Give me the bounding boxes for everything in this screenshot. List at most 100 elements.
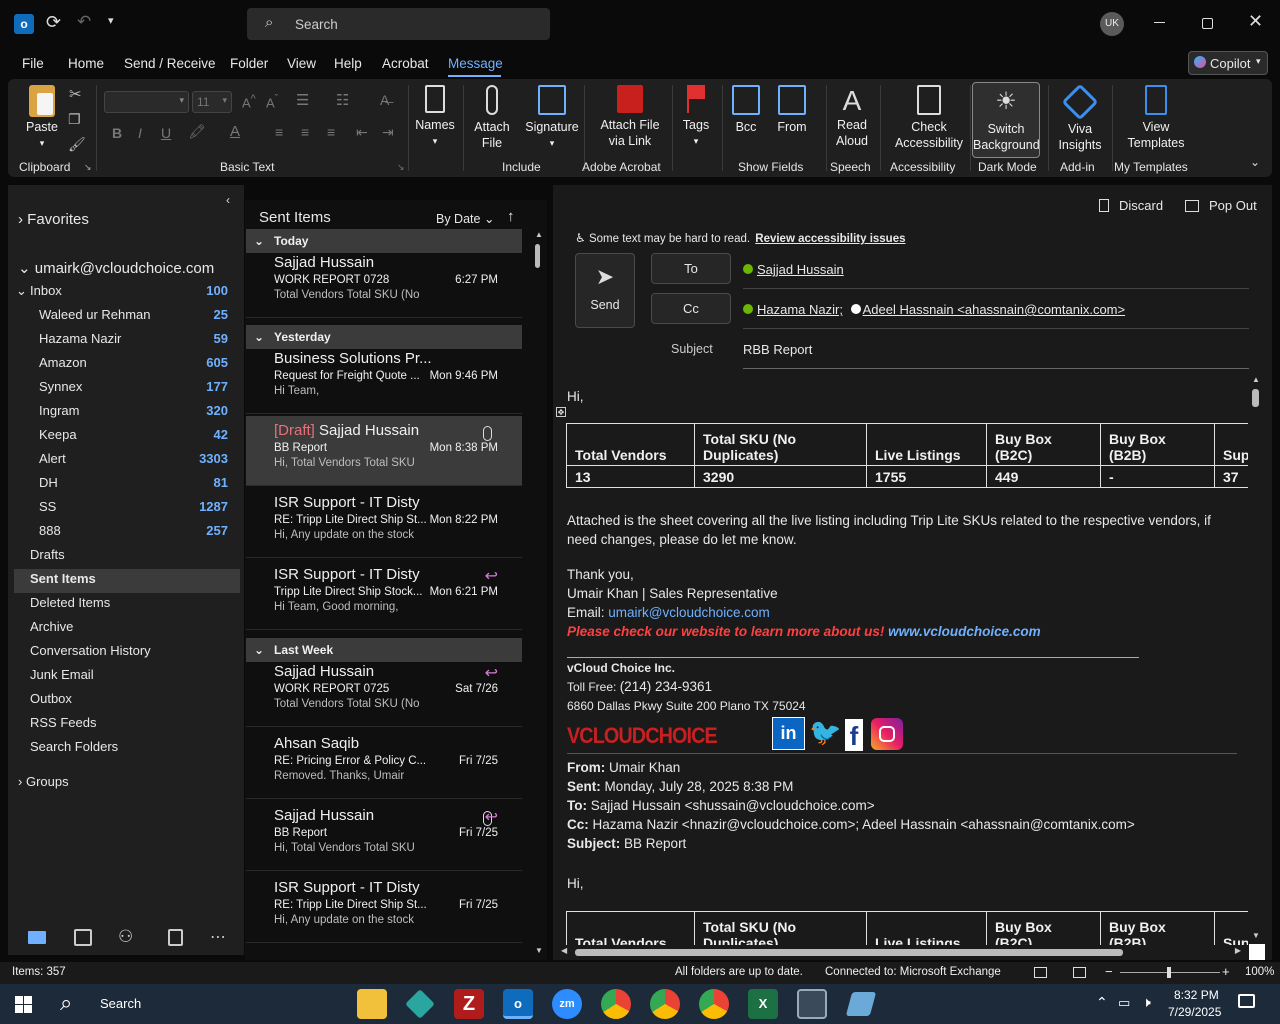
taskbar-search-label[interactable]: Search (100, 996, 141, 1011)
sort-by-date[interactable]: By Date ⌄ (436, 211, 494, 226)
copy-icon[interactable]: ❐ (68, 111, 81, 128)
to-field[interactable]: Sajjad Hussain (743, 262, 1249, 289)
dialog-launcher-icon[interactable]: ↘ (397, 162, 405, 173)
menu-file[interactable]: File (22, 56, 44, 71)
format-painter-icon[interactable]: 🖌 (68, 136, 86, 153)
message-item[interactable]: Sajjad Hussain WORK REPORT 0725 Sat 7/26 To… (246, 657, 522, 727)
cc-field[interactable]: Hazama Nazir; Adeel Hassnain <ahassnain@… (743, 302, 1249, 329)
menu-view[interactable]: View (287, 56, 316, 71)
linkedin-icon[interactable]: in (772, 717, 805, 750)
menu-folder[interactable]: Folder (230, 56, 268, 71)
folder-item[interactable]: SS 1287 (8, 495, 240, 519)
check-accessibility-button[interactable]: Check Accessibility (884, 85, 974, 151)
normal-view-icon[interactable] (1034, 967, 1047, 978)
message-item[interactable]: ISR Support - IT Disty RE: Tripp Lite Dir… (246, 488, 522, 558)
menu-acrobat[interactable]: Acrobat (382, 56, 429, 71)
folder-item[interactable]: Drafts (8, 543, 240, 567)
send-button[interactable]: ➤ Send (575, 253, 635, 328)
align-center-icon[interactable]: ≡ (301, 124, 309, 140)
facebook-icon[interactable]: f (845, 719, 863, 751)
increase-indent-icon[interactable]: ⇥ (382, 124, 394, 141)
menu-send-receive[interactable]: Send / Receive (124, 56, 216, 71)
message-item[interactable]: [Draft] Sajjad Hussain BB Report Mon 8:38 … (246, 416, 522, 486)
twitter-icon[interactable]: 🐦 (809, 717, 841, 748)
folder-item[interactable]: Alert 3303 (8, 447, 240, 471)
minimize-icon[interactable] (1154, 22, 1165, 23)
folder-item[interactable]: Archive (8, 615, 240, 639)
calendar-nav-icon[interactable] (74, 929, 92, 946)
zoom-out-icon[interactable]: − (1105, 964, 1113, 979)
signature-button[interactable]: Signature ▾ (524, 85, 580, 151)
message-item[interactable]: Business Solutions Pr... Request for Frei… (246, 344, 522, 414)
styles-icon[interactable]: A̶ (380, 92, 389, 108)
folder-item[interactable]: Synnex 177 (8, 375, 240, 399)
message-body[interactable]: ✥ Hi, Total Vendors Total SKU (No Duplic… (553, 375, 1248, 945)
message-item[interactable]: Ahsan Saqib RE: Pricing Error & Policy C.… (246, 729, 522, 799)
folder-item[interactable]: Waleed ur Rehman 25 (8, 303, 240, 327)
notifications-icon[interactable] (1238, 994, 1255, 1008)
more-apps-icon[interactable]: ⋯ (210, 927, 226, 947)
clock-time[interactable]: 8:32 PM (1174, 988, 1219, 1002)
discard-button[interactable]: Discard (1099, 198, 1163, 213)
italic-icon[interactable]: I (138, 125, 142, 141)
recipient-cc-2[interactable]: Adeel Hassnain <ahassnain@comtanix.com> (863, 302, 1126, 317)
align-right-icon[interactable]: ≡ (327, 124, 335, 140)
table-handle-icon[interactable]: ✥ (556, 407, 566, 417)
body-vertical-scrollbar[interactable]: ▲ ▼ (1250, 375, 1262, 945)
list-scrollbar[interactable]: ▲ ▼ (532, 230, 543, 958)
cc-button[interactable]: Cc (651, 293, 731, 324)
zoom-level[interactable]: 100% (1245, 966, 1274, 978)
folder-item[interactable]: Conversation History (8, 639, 240, 663)
names-button[interactable]: Names ▾ (413, 85, 457, 149)
view-templates-button[interactable]: View Templates (1118, 85, 1194, 151)
file-explorer-icon[interactable] (357, 989, 387, 1019)
network-icon[interactable]: ▭ (1118, 995, 1130, 1011)
folder-item[interactable]: Ingram 320 (8, 399, 240, 423)
recipient-cc-1[interactable]: Hazama Nazir; (757, 302, 843, 317)
account-node[interactable]: ⌄ umairk@vcloudchoice.com (18, 259, 214, 277)
zoom-slider[interactable] (1120, 967, 1220, 978)
dialog-launcher-icon[interactable]: ↘ (84, 162, 92, 173)
font-size-select[interactable]: 11 ▾ (192, 91, 232, 113)
message-item[interactable]: ISR Support - IT Disty Tripp Lite Direct … (246, 560, 522, 630)
bold-icon[interactable]: B (112, 125, 122, 141)
copilot-button[interactable]: Copilot ▾ (1188, 51, 1268, 75)
calculator-icon[interactable] (797, 989, 827, 1019)
taskbar-search-icon[interactable]: ⌕ (60, 990, 72, 1016)
font-family-select[interactable]: ▾ (104, 91, 189, 113)
website-link[interactable]: www.vcloudchoice.com (888, 624, 1041, 639)
bcc-button[interactable]: Bcc (728, 85, 764, 135)
reading-view-icon[interactable] (1073, 967, 1086, 978)
to-button[interactable]: To (651, 253, 731, 284)
message-item[interactable]: Sajjad Hussain WORK REPORT 0728 6:27 PM Tot… (246, 248, 522, 318)
menu-help[interactable]: Help (334, 56, 362, 71)
app-icon[interactable] (845, 992, 877, 1016)
folder-item[interactable]: Search Folders (8, 735, 240, 759)
bullets-icon[interactable]: ☰ (296, 91, 309, 109)
menu-message[interactable]: Message (448, 56, 503, 71)
attach-file-button[interactable]: Attach File (470, 85, 514, 151)
align-left-icon[interactable]: ≡ (275, 124, 283, 140)
filezilla-icon[interactable]: Z (454, 989, 484, 1019)
windows-start-icon[interactable] (15, 996, 32, 1013)
highlight-icon[interactable]: 🖍 (188, 123, 206, 140)
undo-icon[interactable]: ↶ (77, 12, 91, 32)
email-link[interactable]: umairk@vcloudchoice.com (608, 605, 770, 620)
tasks-nav-icon[interactable] (168, 929, 183, 946)
folder-item[interactable]: Keepa 42 (8, 423, 240, 447)
sort-direction-icon[interactable]: ↑ (507, 208, 515, 225)
close-icon[interactable]: ✕ (1248, 11, 1263, 32)
chrome-icon[interactable] (650, 989, 680, 1019)
folder-item[interactable]: Amazon 605 (8, 351, 240, 375)
font-color-icon[interactable]: A (230, 123, 240, 140)
chrome-icon[interactable] (699, 989, 729, 1019)
folder-item[interactable]: 888 257 (8, 519, 240, 543)
menu-home[interactable]: Home (68, 56, 104, 71)
from-button[interactable]: From (774, 85, 810, 135)
folder-item[interactable]: Junk Email (8, 663, 240, 687)
viva-insights-button[interactable]: Viva Insights (1054, 83, 1106, 153)
tags-button[interactable]: Tags ▾ (674, 85, 718, 149)
chevron-up-icon[interactable]: ⌃ (1096, 994, 1108, 1011)
folder-item[interactable]: Deleted Items (8, 591, 240, 615)
subject-input[interactable]: RBB Report (743, 335, 1249, 369)
